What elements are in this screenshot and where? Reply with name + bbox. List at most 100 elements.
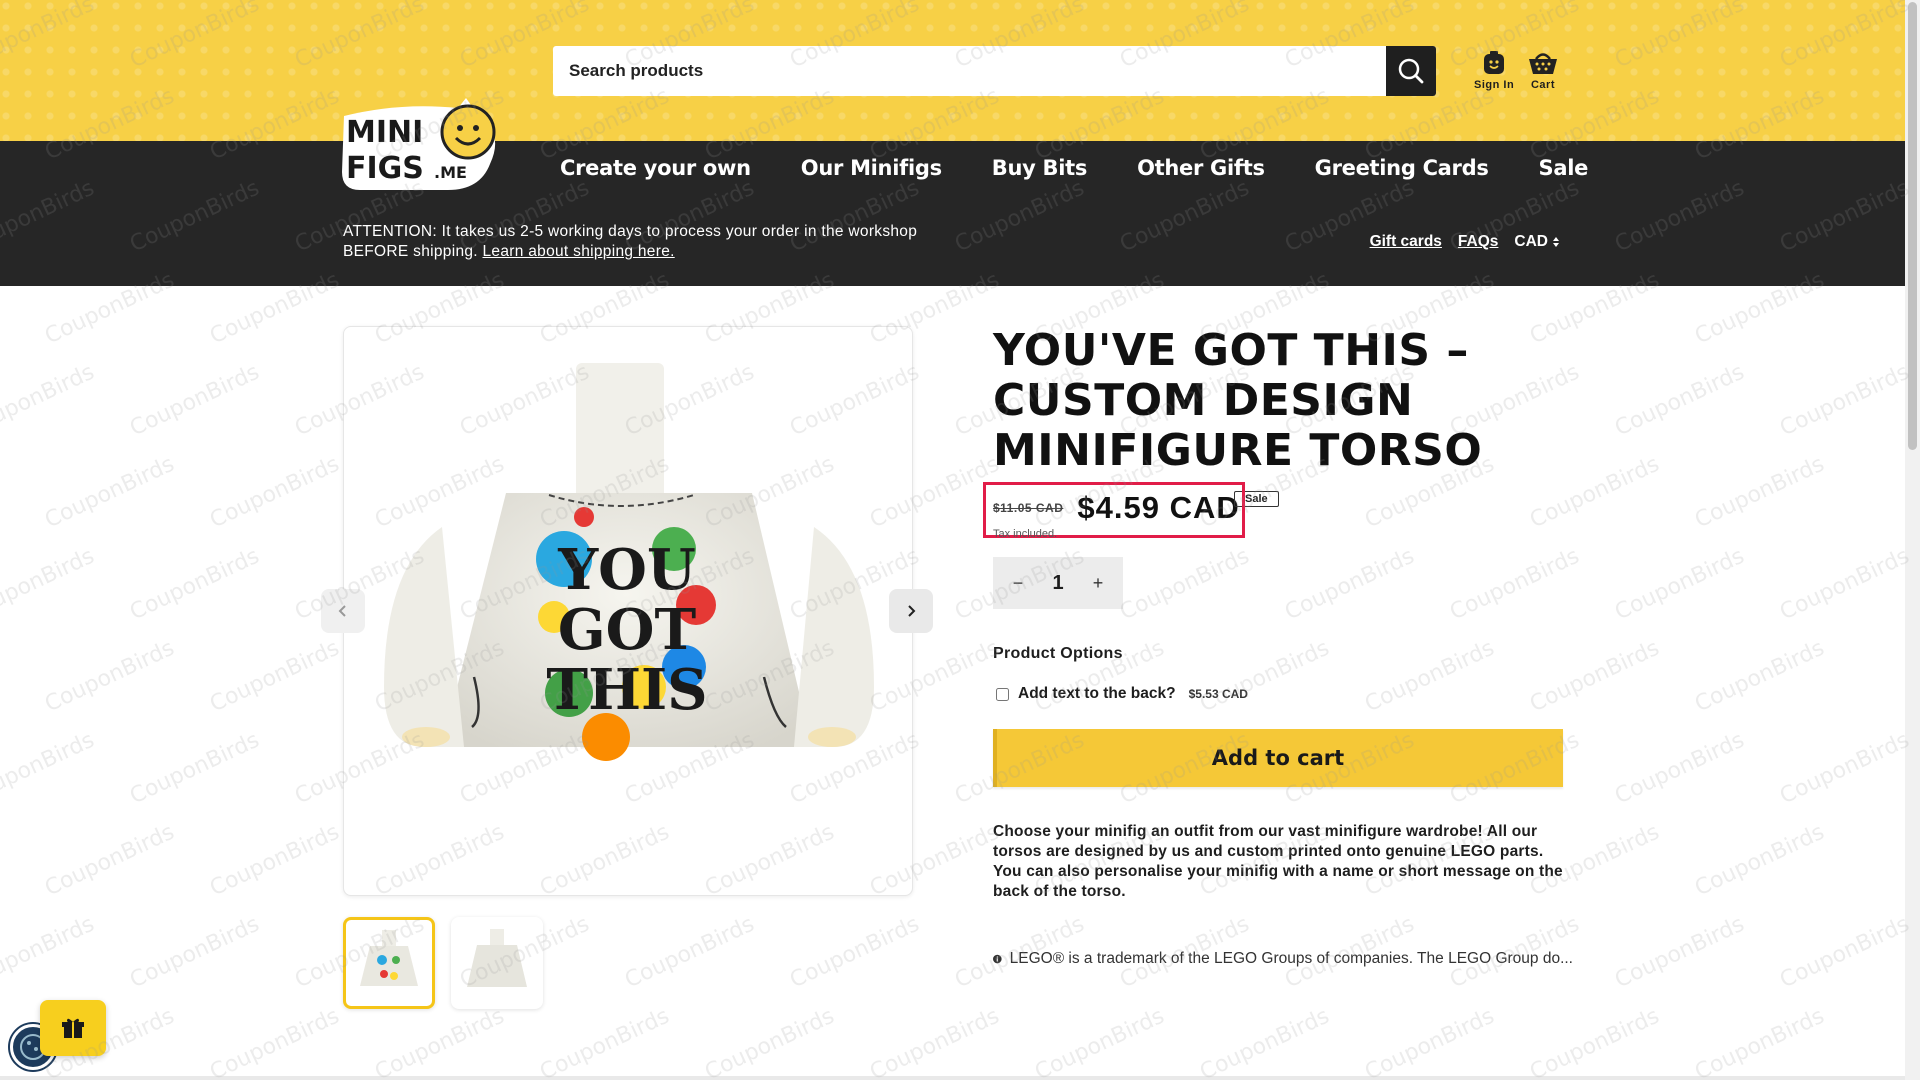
utility-links: Gift cards FAQs CAD — [1370, 233, 1560, 251]
watermark-text: CouponBirds — [621, 911, 759, 994]
gift-icon — [62, 1018, 84, 1038]
watermark-text: CouponBirds — [1611, 543, 1749, 626]
currency-value: CAD — [1514, 233, 1548, 250]
watermark-text: CouponBirds — [206, 451, 344, 534]
watermark-text: CouponBirds — [1361, 1003, 1499, 1080]
previous-image-button[interactable] — [321, 589, 365, 633]
watermark-text: CouponBirds — [126, 727, 264, 810]
product-options-heading: Product Options — [993, 645, 1123, 662]
watermark-text: CouponBirds — [786, 911, 924, 994]
quantity-stepper: − 1 + — [993, 557, 1123, 609]
nav-our-minifigs[interactable]: Our Minifigs — [801, 156, 942, 180]
add-text-back-checkbox[interactable] — [996, 687, 1009, 701]
watermark-text: CouponBirds — [1031, 1003, 1169, 1080]
quantity-value[interactable]: 1 — [1052, 572, 1063, 595]
chevron-right-icon — [908, 605, 916, 617]
nav-other-gifts[interactable]: Other Gifts — [1137, 156, 1265, 180]
product-description: Choose your minifig an outfit from our v… — [993, 823, 1563, 900]
sign-in-link[interactable]: Sign In — [1474, 50, 1514, 91]
torso-print-line3: THIS — [546, 657, 707, 723]
watermark-text: CouponBirds — [0, 359, 99, 442]
thumbnail-back[interactable] — [451, 917, 543, 1009]
gift-cards-link[interactable]: Gift cards — [1370, 233, 1442, 251]
watermark-text: CouponBirds — [1526, 451, 1664, 534]
watermark-text: CouponBirds — [0, 911, 99, 994]
search-bar — [553, 46, 1436, 96]
currency-selector[interactable]: CAD — [1514, 233, 1560, 251]
watermark-text: CouponBirds — [1361, 635, 1499, 718]
logo-text-figs: FIGS — [346, 151, 424, 186]
option-add-text-back: Add text to the back? $5.53 CAD — [996, 685, 1248, 703]
tax-note: Tax included. — [993, 528, 1058, 540]
watermark-text: CouponBirds — [1691, 451, 1829, 534]
sort-arrows-icon — [1553, 237, 1559, 247]
scrollbar-thumb[interactable] — [1908, 2, 1917, 450]
lego-disclaimer-text: LEGO® is a trademark of the LEGO Groups … — [1009, 950, 1573, 967]
cart-link[interactable]: Cart — [1526, 50, 1560, 91]
page-bottom-edge — [0, 1076, 1905, 1080]
thumbnail-front-image — [360, 930, 418, 986]
site-logo[interactable]: MINI FIGS .ME — [340, 94, 506, 194]
watermark-text: CouponBirds — [1116, 543, 1254, 626]
thumbnail-front[interactable] — [343, 917, 435, 1009]
search-button[interactable] — [1386, 46, 1436, 96]
watermark-text: CouponBirds — [1776, 911, 1914, 994]
watermark-text: CouponBirds — [1526, 1003, 1664, 1080]
search-icon — [1398, 58, 1424, 84]
thumbnail-back-image — [467, 929, 527, 987]
add-text-back-price: $5.53 CAD — [1188, 687, 1248, 701]
nav-greeting-cards[interactable]: Greeting Cards — [1315, 156, 1489, 180]
cart-basket-icon — [1529, 53, 1557, 74]
chevron-left-icon — [338, 605, 346, 617]
lego-disclaimer[interactable]: LEGO® is a trademark of the LEGO Groups … — [993, 950, 1573, 968]
watermark-text: CouponBirds — [1611, 727, 1749, 810]
watermark-text: CouponBirds — [1691, 1003, 1829, 1080]
faqs-link[interactable]: FAQs — [1458, 233, 1498, 251]
search-input[interactable] — [553, 46, 1386, 96]
watermark-text: CouponBirds — [0, 727, 99, 810]
watermark-text: CouponBirds — [206, 635, 344, 718]
logo-text-mini: MINI — [346, 115, 423, 150]
logo-text-suffix: .ME — [434, 163, 467, 182]
watermark-text: CouponBirds — [126, 359, 264, 442]
quantity-increase-button[interactable]: + — [1085, 573, 1111, 594]
watermark-text: CouponBirds — [0, 543, 99, 626]
torso-print-line2: GOT — [558, 597, 697, 663]
watermark-text: CouponBirds — [1196, 1003, 1334, 1080]
watermark-text: CouponBirds — [41, 635, 179, 718]
torso-print-line1: YOU — [557, 537, 696, 603]
product-title: YOU'VE GOT THIS – CUSTOM DESIGN MINIFIGU… — [993, 325, 1483, 476]
quantity-decrease-button[interactable]: − — [1005, 573, 1031, 594]
shipping-notice: ATTENTION: It takes us 2-5 working days … — [343, 222, 923, 262]
watermark-text: CouponBirds — [126, 911, 264, 994]
watermark-text: CouponBirds — [701, 1003, 839, 1080]
watermark-text: CouponBirds — [1281, 543, 1419, 626]
sign-in-label: Sign In — [1474, 79, 1515, 91]
nav-create-your-own[interactable]: Create your own — [560, 156, 751, 180]
minifig-head-icon — [1484, 51, 1505, 74]
add-text-back-label[interactable]: Add text to the back? — [1018, 685, 1176, 703]
watermark-text: CouponBirds — [206, 1003, 344, 1080]
next-image-button[interactable] — [889, 589, 933, 633]
watermark-text: CouponBirds — [866, 1003, 1004, 1080]
main-nav: Create your own Our Minifigs Buy Bits Ot… — [560, 156, 1588, 180]
nav-buy-bits[interactable]: Buy Bits — [992, 156, 1088, 180]
watermark-text: CouponBirds — [1611, 911, 1749, 994]
info-icon — [993, 954, 1002, 964]
cart-label: Cart — [1530, 79, 1555, 91]
watermark-text: CouponBirds — [1691, 819, 1829, 902]
add-to-cart-button[interactable]: Add to cart — [993, 729, 1563, 787]
watermark-text: CouponBirds — [536, 1003, 674, 1080]
nav-sale[interactable]: Sale — [1539, 156, 1589, 180]
watermark-text: CouponBirds — [1196, 635, 1334, 718]
product-image-main[interactable]: YOU GOT THIS — [343, 326, 913, 896]
rewards-button[interactable] — [40, 1000, 106, 1056]
shipping-info-link[interactable]: Learn about shipping here. — [483, 243, 675, 260]
watermark-text: CouponBirds — [206, 819, 344, 902]
watermark-text: CouponBirds — [126, 543, 264, 626]
watermark-text: CouponBirds — [1776, 359, 1914, 442]
torso-image: YOU GOT THIS — [384, 363, 874, 761]
watermark-text: CouponBirds — [41, 819, 179, 902]
watermark-text: CouponBirds — [41, 451, 179, 534]
watermark-text: CouponBirds — [1446, 543, 1584, 626]
